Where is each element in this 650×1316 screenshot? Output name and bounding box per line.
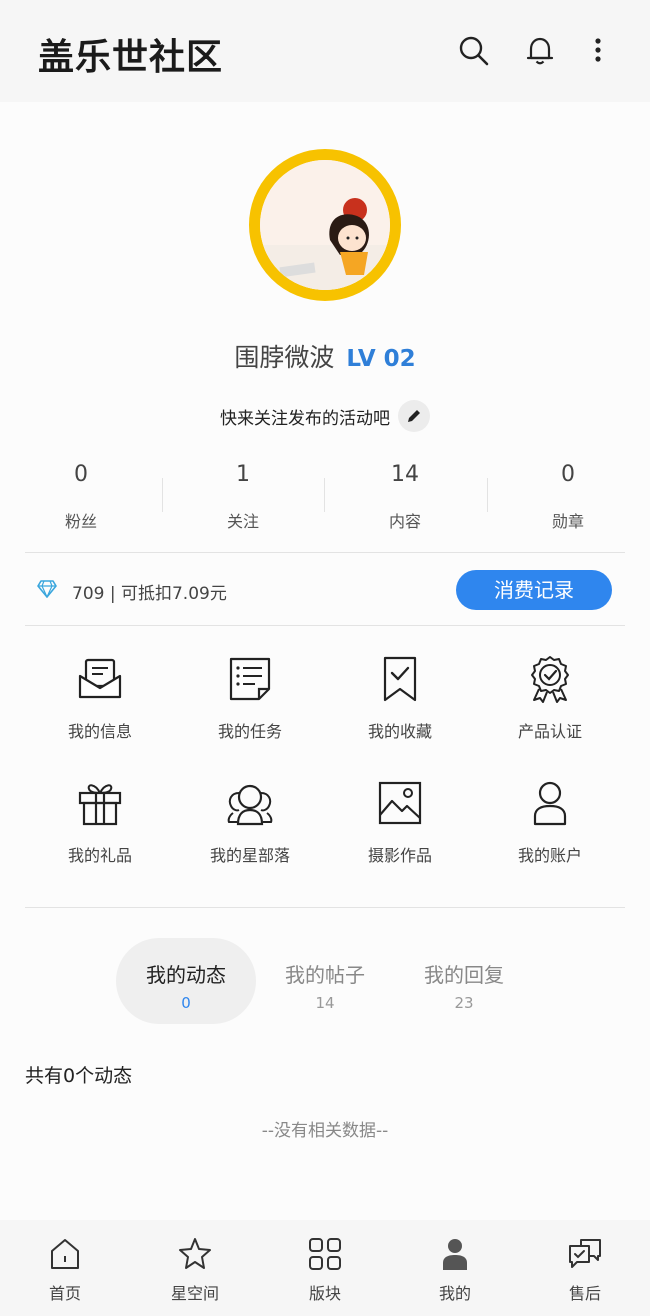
grid-label: 我的账户 (517, 846, 582, 865)
grid-item-my-favorites[interactable]: 我的收藏 (325, 640, 475, 750)
consumption-records-button[interactable]: 消费记录 (456, 570, 612, 610)
bookmark-icon (383, 656, 417, 702)
grid-icon (309, 1238, 341, 1270)
empty-state: --没有相关数据-- (261, 1121, 389, 1141)
nav-after-sales[interactable]: 售后 (520, 1220, 650, 1316)
nav-label: 我的 (438, 1284, 471, 1303)
divider (25, 907, 625, 908)
grid-label: 摄影作品 (367, 846, 432, 865)
grid-label: 我的礼品 (67, 846, 132, 865)
activity-count: 共有0个动态 (25, 1065, 133, 1087)
grid-label: 我的星部落 (209, 846, 290, 865)
task-list-icon (229, 657, 271, 701)
diamond-icon (37, 580, 57, 598)
stat-value: 0 (561, 462, 575, 487)
photo-icon (378, 781, 422, 825)
grid-item-my-account[interactable]: 我的账户 (475, 764, 625, 874)
username: 围脖微波 (234, 343, 335, 372)
grid-item-my-info[interactable]: 我的信息 (25, 640, 175, 750)
bell-icon[interactable] (523, 33, 557, 67)
stat-medals[interactable]: 0 勋章 (487, 462, 649, 532)
stat-fans[interactable]: 0 粉丝 (0, 462, 162, 532)
chat-icon (569, 1239, 601, 1268)
tab-count: 0 (181, 994, 191, 1012)
grid-item-my-gifts[interactable]: 我的礼品 (25, 764, 175, 874)
pencil-icon (408, 410, 420, 422)
grid-item-my-tribe[interactable]: 我的星部落 (175, 764, 325, 874)
grid-item-product-certification[interactable]: 产品认证 (475, 640, 625, 750)
message-icon (78, 658, 122, 699)
stat-value: 1 (236, 462, 250, 487)
star-icon (179, 1238, 211, 1269)
nav-sections[interactable]: 版块 (260, 1220, 390, 1316)
tab-label: 我的动态 (146, 963, 226, 987)
app-header: 盖乐世社区 (0, 0, 650, 102)
nav-home[interactable]: 首页 (0, 1220, 130, 1316)
nav-mine[interactable]: 我的 (390, 1220, 520, 1316)
bottom-nav: 首页 星空间 版块 我的 售后 (0, 1220, 650, 1316)
app-title: 盖乐世社区 (38, 37, 224, 78)
stats-row: 0 粉丝 1 关注 14 内容 0 勋章 (0, 462, 650, 532)
divider (25, 625, 625, 626)
stat-following[interactable]: 1 关注 (162, 462, 324, 532)
stat-content[interactable]: 14 内容 (324, 462, 486, 532)
avatar[interactable] (249, 149, 401, 301)
search-icon[interactable] (456, 33, 490, 67)
stat-label: 内容 (388, 512, 421, 531)
tab-my-posts[interactable]: 我的帖子 14 (255, 938, 395, 1024)
nav-label: 售后 (568, 1284, 601, 1303)
tab-my-activity[interactable]: 我的动态 0 (116, 938, 256, 1024)
username-row: 围脖微波 LV 02 (0, 338, 650, 374)
grid-item-my-tasks[interactable]: 我的任务 (175, 640, 325, 750)
grid-label: 我的信息 (67, 722, 132, 741)
home-icon (51, 1239, 79, 1269)
person-icon (443, 1239, 467, 1270)
more-icon[interactable] (581, 33, 615, 67)
grid-label: 产品认证 (517, 722, 582, 741)
stat-value: 14 (391, 462, 419, 487)
tab-count: 14 (315, 994, 335, 1012)
stat-label: 关注 (226, 512, 259, 531)
user-icon (533, 781, 567, 826)
certificate-icon (531, 656, 569, 703)
tab-my-replies[interactable]: 我的回复 23 (394, 938, 534, 1024)
tab-label: 我的回复 (424, 963, 504, 987)
edit-bio-button[interactable] (398, 400, 430, 432)
tab-label: 我的帖子 (285, 963, 365, 987)
grid-item-photography[interactable]: 摄影作品 (325, 764, 475, 874)
level-badge: LV 02 (346, 346, 416, 372)
bio-text: 快来关注发布的活动吧 (220, 408, 390, 429)
stat-label: 粉丝 (64, 512, 97, 531)
nav-label: 版块 (308, 1284, 341, 1303)
stat-label: 勋章 (551, 512, 584, 531)
gift-icon (78, 784, 122, 826)
group-icon (227, 784, 273, 826)
points-text: 709 | 可抵扣7.09元 (72, 584, 227, 604)
nav-star-space[interactable]: 星空间 (130, 1220, 260, 1316)
nav-label: 首页 (48, 1284, 81, 1303)
grid-label: 我的任务 (217, 722, 282, 741)
bio-row: 快来关注发布的活动吧 (0, 400, 650, 432)
grid-label: 我的收藏 (367, 722, 432, 741)
stat-value: 0 (74, 462, 88, 487)
points-row: 709 | 可抵扣7.09元 消费记录 (0, 553, 650, 626)
nav-label: 星空间 (170, 1284, 219, 1303)
tab-count: 23 (454, 994, 474, 1012)
